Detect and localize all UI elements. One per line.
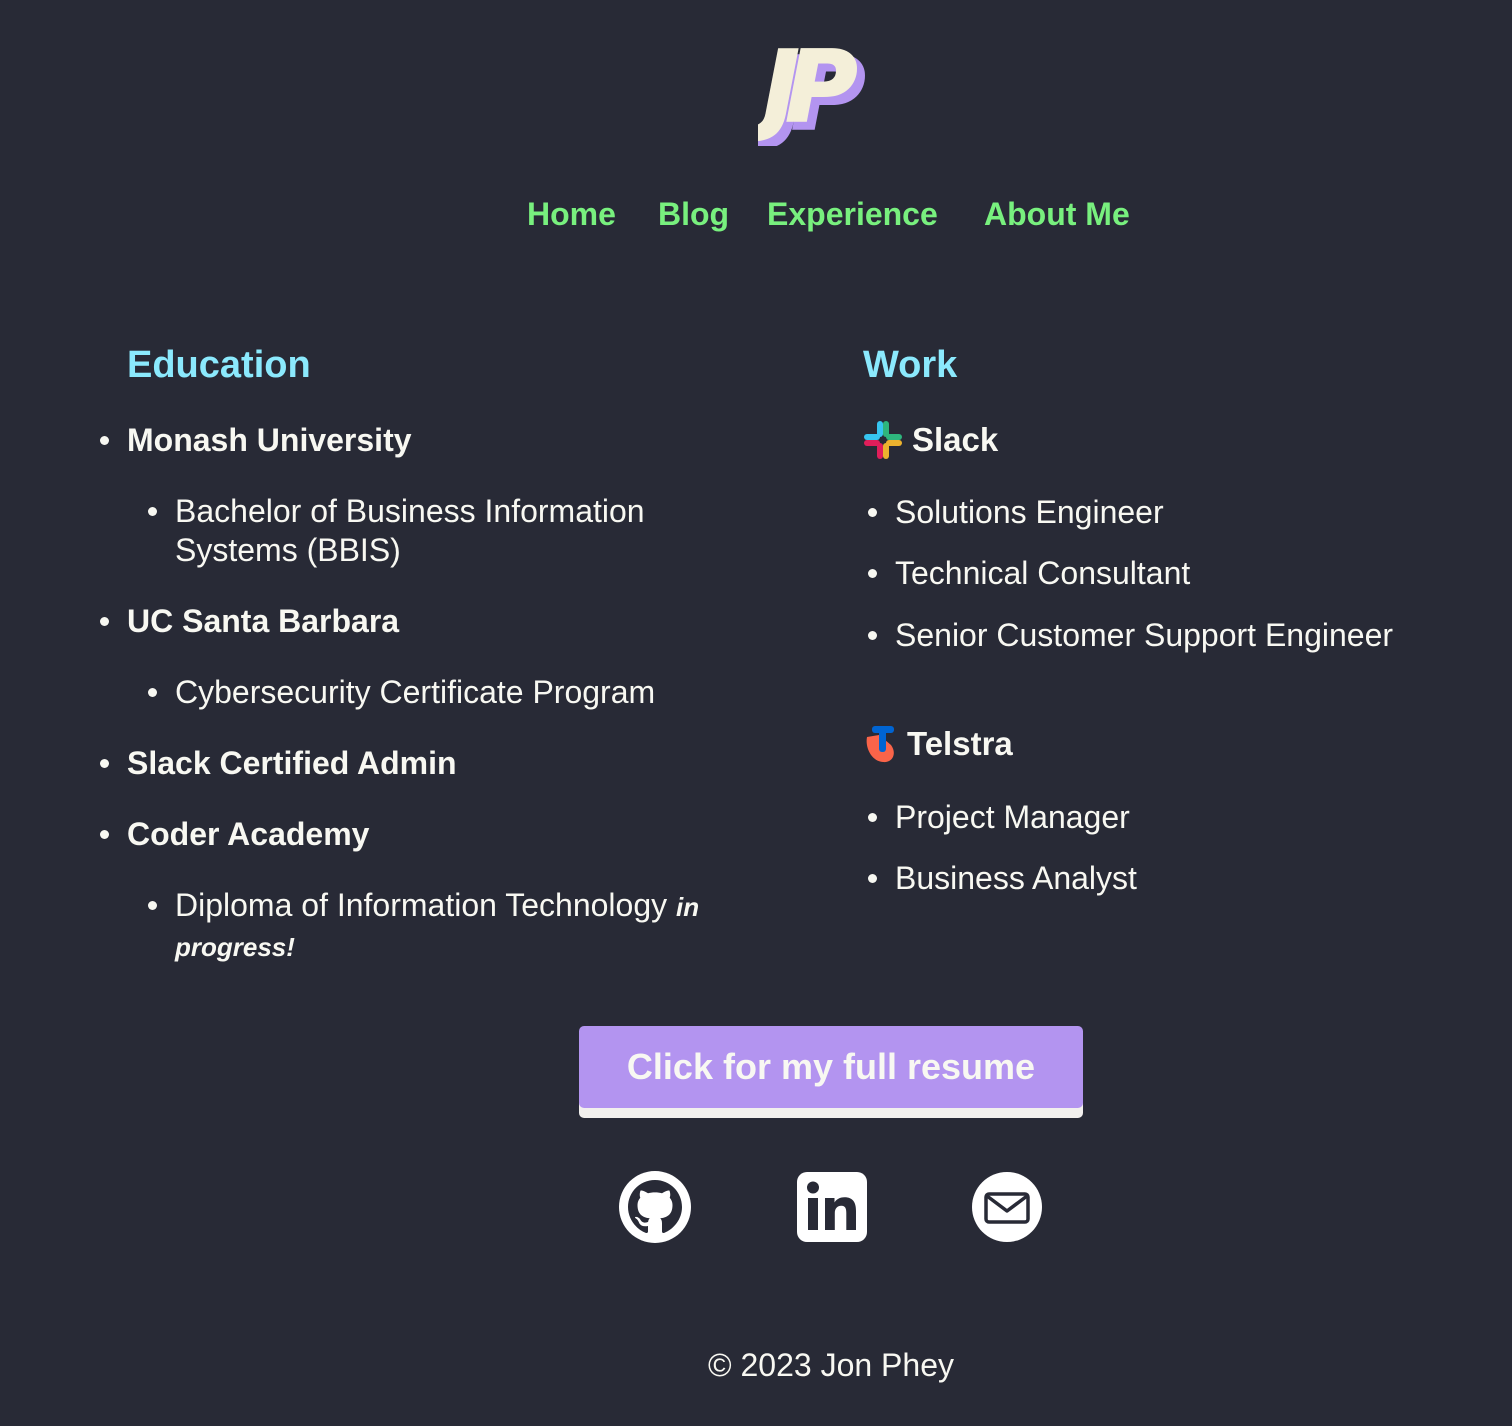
school-ucsb: UC Santa Barbara [127,603,400,639]
github-icon[interactable] [619,1171,691,1243]
role-senior-support-engineer: Senior Customer Support Engineer [895,617,1394,653]
bullet [100,830,109,839]
role-business-analyst: Business Analyst [895,860,1137,896]
cert-slack-admin: Slack Certified Admin [127,745,457,781]
footer-copyright: © 2023 Jon Phey [708,1347,954,1383]
role-technical-consultant: Technical Consultant [895,555,1191,591]
detail-coder-academy-text: Diploma of Information Technology [175,887,668,923]
in-progress-note-b: progress! [175,932,295,962]
main-nav: Home Blog Experience About Me [0,192,1512,238]
company-slack: Slack [912,421,999,458]
bullet [868,813,877,822]
detail-monash-1: Bachelor of Business Information [175,493,645,529]
logo-text: JP [758,31,856,145]
nav-about-me[interactable]: About Me [984,192,1130,236]
nav-blog[interactable]: Blog [658,192,729,236]
work-title: Work [863,344,958,386]
bullet [868,569,877,578]
bullet [100,436,109,445]
bullet [100,617,109,626]
in-progress-note-a: in [676,892,700,922]
logo[interactable]: JP JP [758,28,904,146]
bullet [148,901,157,910]
role-project-manager: Project Manager [895,799,1130,835]
school-coder-academy: Coder Academy [127,816,370,852]
email-icon[interactable] [971,1171,1043,1243]
detail-ucsb: Cybersecurity Certificate Program [175,674,656,710]
bullet [148,507,157,516]
bullet [868,508,877,517]
detail-monash-2: Systems (BBIS) [175,532,401,568]
detail-coder-academy: Diploma of Information Technology in [175,885,699,927]
bullet [868,631,877,640]
linkedin-icon[interactable] [796,1171,868,1243]
full-resume-button[interactable]: Click for my full resume [579,1026,1083,1108]
bullet [868,874,877,883]
slack-icon [864,421,902,459]
bullet [100,759,109,768]
nav-home[interactable]: Home [527,192,616,236]
education-title: Education [127,344,311,386]
school-monash: Monash University [127,422,412,458]
nav-experience[interactable]: Experience [767,192,938,236]
telstra-icon [866,726,894,763]
company-telstra: Telstra [907,725,1013,762]
role-solutions-engineer: Solutions Engineer [895,494,1164,530]
detail-coder-academy-line2: progress! [175,925,295,967]
bullet [148,688,157,697]
